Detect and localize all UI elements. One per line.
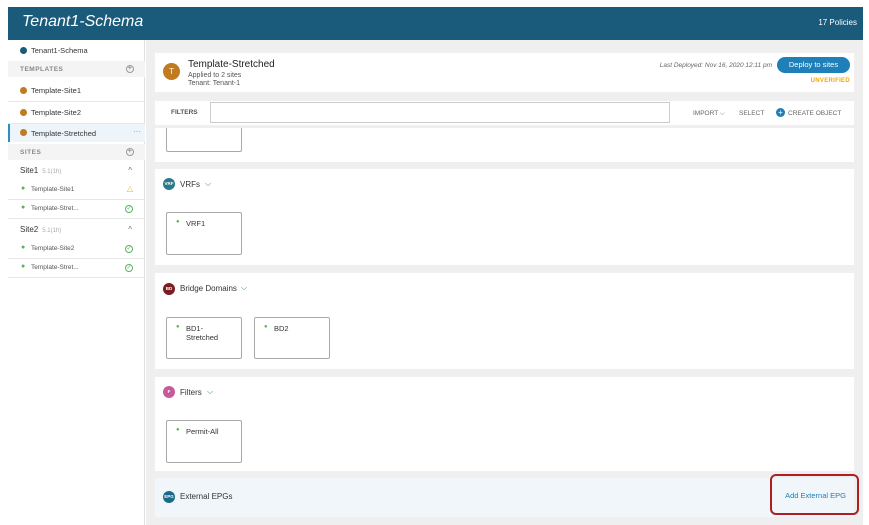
status-badge: UNVERIFIED — [810, 78, 850, 84]
chevron-up-icon[interactable]: ^ — [128, 225, 132, 234]
site-template-row[interactable]: ● Template-Site1 △ — [8, 182, 145, 198]
template-icon — [20, 109, 27, 116]
check-icon: ✓ — [125, 264, 133, 272]
chevron-down-icon[interactable]: ⌵ — [241, 283, 247, 293]
vrf-object-card[interactable]: ● VRF1 — [166, 212, 242, 255]
object-card[interactable] — [166, 128, 242, 152]
template-header-card: T Template-Stretched Applied to 2 sites … — [155, 53, 854, 92]
last-deployed: Last Deployed: Nov 16, 2020 12:11 pm — [659, 62, 772, 69]
bd-icon: BD — [163, 283, 175, 295]
chevron-up-icon[interactable]: ^ — [128, 166, 132, 175]
section-title: Bridge Domains — [180, 284, 237, 293]
site-name: Site2 — [20, 225, 39, 234]
epg-icon: EPG — [163, 491, 175, 503]
section-title: Filters — [180, 388, 202, 397]
template-name[interactable]: Template-Stretched — [188, 59, 275, 70]
filter-object-card[interactable]: ● Permit-All — [166, 420, 242, 463]
divider — [8, 199, 145, 200]
site-site1[interactable]: Site1 5.1(1h) ^ — [8, 163, 145, 179]
site-template-row[interactable]: ● Template-Stret... ✓ — [8, 201, 145, 217]
site-template-label: Template-Stret... — [31, 264, 79, 271]
site-template-label: Template-Stret... — [31, 205, 79, 212]
sidebar-template-label: Template-Site2 — [31, 108, 82, 117]
deploy-to-sites-button[interactable]: Deploy to sites — [777, 57, 850, 73]
app-header: Tenant1-Schema 17 Policies — [8, 7, 863, 40]
add-template-icon[interactable]: + — [126, 65, 134, 73]
chevron-down-icon[interactable]: ⌵ — [205, 179, 211, 189]
sidebar: Tenant1-Schema TEMPLATES + Template-Site… — [8, 40, 145, 525]
vrfs-section: VRF VRFs ⌵ ● VRF1 — [155, 169, 854, 265]
template-pin-icon: ● — [21, 263, 26, 270]
sidebar-schema-label: Tenant1-Schema — [31, 46, 88, 55]
plus-circle-icon[interactable]: + — [776, 108, 785, 117]
site-template-row[interactable]: ● Template-Stret... ✓ — [8, 260, 145, 276]
schema-title: Tenant1-Schema — [22, 13, 144, 30]
section-title: VRFs — [180, 180, 200, 189]
schema-icon — [20, 47, 27, 54]
create-object-button[interactable]: CREATE OBJECT — [788, 110, 841, 117]
template-tenant: Tenant: Tenant-1 — [188, 80, 241, 87]
divider — [8, 277, 145, 278]
site-version: 5.1(1h) — [42, 169, 62, 175]
filter-icon: F — [163, 386, 175, 398]
sites-section-label: SITES — [20, 149, 42, 156]
templates-section-label: TEMPLATES — [20, 66, 64, 73]
object-pin-icon: ● — [264, 324, 268, 330]
divider — [8, 258, 145, 259]
add-site-icon[interactable]: + — [126, 148, 134, 156]
filter-input[interactable] — [210, 102, 670, 123]
object-label: Permit-All — [186, 427, 219, 436]
sidebar-schema[interactable]: Tenant1-Schema — [8, 43, 145, 58]
site-version: 5.1(1h) — [42, 228, 62, 234]
bd-object-card[interactable]: ● BD1- Stretched — [166, 317, 242, 359]
sidebar-template-site2[interactable]: Template-Site2 — [8, 104, 145, 121]
divider — [8, 218, 145, 219]
sidebar-template-stretched[interactable]: Template-Stretched ··· — [8, 124, 145, 142]
divider — [8, 101, 145, 102]
object-label: BD1- Stretched — [186, 324, 219, 342]
object-label: VRF1 — [186, 219, 206, 228]
template-icon — [20, 87, 27, 94]
site-template-label: Template-Site1 — [31, 186, 75, 193]
template-avatar: T — [163, 63, 180, 80]
more-options-icon[interactable]: ··· — [133, 127, 141, 136]
select-button[interactable]: SELECT — [739, 110, 764, 117]
bridge-domains-section: BD Bridge Domains ⌵ ● BD1- Stretched ● B… — [155, 273, 854, 369]
templates-section: TEMPLATES + — [8, 61, 145, 77]
sidebar-template-label: Template-Site1 — [31, 86, 82, 95]
check-icon: ✓ — [125, 245, 133, 253]
filter-toolbar: FILTERS IMPORT ⌵ SELECT + CREATE OBJECT — [155, 101, 854, 125]
template-pin-icon: ● — [21, 185, 26, 192]
check-icon: ✓ — [125, 205, 133, 213]
bd-object-card[interactable]: ● BD2 — [254, 317, 330, 359]
template-icon — [20, 129, 27, 136]
template-pin-icon: ● — [21, 244, 26, 251]
section-title: External EPGs — [180, 492, 233, 501]
template-pin-icon: ● — [21, 204, 26, 211]
filters-label: FILTERS — [171, 109, 198, 116]
site-name: Site1 — [20, 166, 39, 175]
site-template-label: Template-Site2 — [31, 245, 75, 252]
object-pin-icon: ● — [176, 219, 180, 225]
warning-icon: △ — [126, 184, 133, 193]
template-applied-sites: Applied to 2 sites — [188, 72, 242, 79]
chevron-down-icon[interactable]: ⌵ — [207, 387, 213, 397]
site-site2[interactable]: Site2 5.1(1h) ^ — [8, 222, 145, 238]
import-dropdown[interactable]: IMPORT ⌵ — [693, 110, 725, 118]
object-label: BD2 — [274, 324, 289, 333]
sidebar-template-label: Template-Stretched — [31, 129, 97, 138]
previous-section-card — [155, 128, 854, 162]
external-epgs-section: EPG External EPGs Add External EPG — [155, 478, 854, 517]
sites-section: SITES + — [8, 144, 145, 160]
vrf-icon: VRF — [163, 178, 175, 190]
filters-section: F Filters ⌵ ● Permit-All — [155, 377, 854, 471]
policy-count[interactable]: 17 Policies — [818, 18, 857, 27]
object-pin-icon: ● — [176, 427, 180, 433]
site-template-row[interactable]: ● Template-Site2 ✓ — [8, 241, 145, 257]
highlight-box — [770, 474, 859, 515]
object-pin-icon: ● — [176, 324, 180, 330]
sidebar-template-site1[interactable]: Template-Site1 — [8, 82, 145, 99]
